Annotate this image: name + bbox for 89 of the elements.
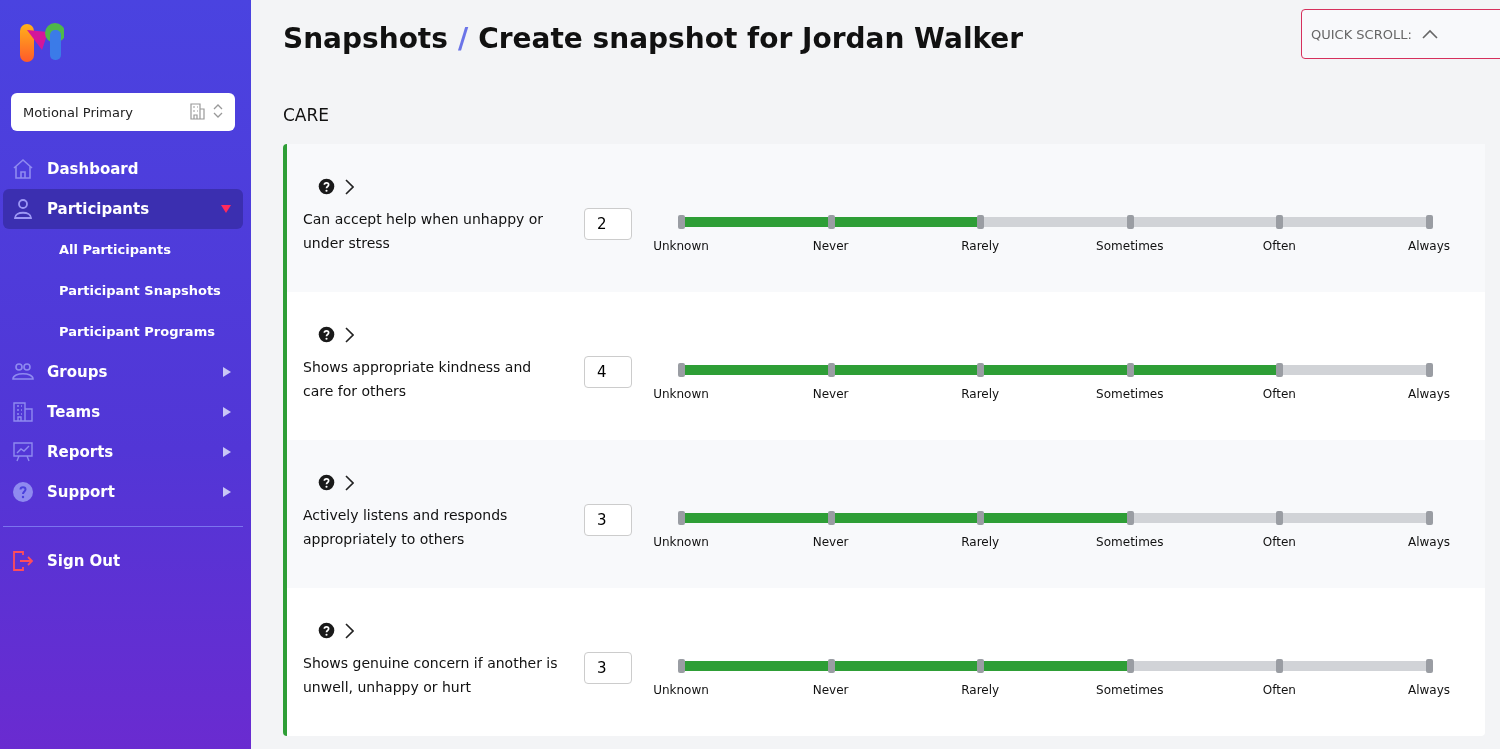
slider-tick (827, 363, 835, 377)
nav-item[interactable]: Participants (3, 189, 243, 229)
nav-subitem[interactable]: All Participants (0, 229, 251, 270)
score-field[interactable]: 3 (584, 504, 632, 536)
slider-tick (678, 511, 685, 525)
slider-tick (1426, 363, 1433, 377)
scale-label: Sometimes (1096, 535, 1164, 549)
chevron-right-icon[interactable] (345, 622, 354, 639)
nav-item[interactable]: Reports (3, 432, 243, 472)
slider-tick (678, 215, 685, 229)
breadcrumb-separator: / (457, 22, 469, 55)
scale-label: Sometimes (1096, 239, 1164, 253)
slider-tick (1276, 215, 1284, 229)
slider-tick (977, 511, 985, 525)
slider-tick (1276, 363, 1284, 377)
section-title: CARE (283, 105, 331, 125)
person-icon (11, 197, 35, 221)
exit-icon (11, 549, 35, 573)
scale-label: Unknown (653, 239, 709, 253)
scale-label: Always (1407, 387, 1451, 401)
question-text: Shows appropriate kindness and care for others (303, 358, 533, 401)
scale-label: Sometimes (1096, 387, 1164, 401)
slider-tick (1126, 215, 1134, 229)
nav-item[interactable]: Groups (3, 352, 243, 392)
chevron-right-icon[interactable] (345, 326, 354, 343)
help-icon[interactable] (318, 178, 335, 195)
help-icon[interactable] (318, 474, 335, 491)
organization-selector[interactable]: Motional Primary (11, 93, 235, 131)
slider-tick (1426, 511, 1433, 525)
sign-out-link[interactable]: Sign Out (3, 541, 243, 581)
scale-label: Unknown (653, 535, 709, 549)
home-icon (11, 157, 35, 181)
slider-tick (1126, 511, 1134, 525)
score-field[interactable]: 2 (584, 208, 632, 240)
page-title: Create snapshot for Jordan Walker (478, 22, 1024, 55)
scale-label: Often (1262, 535, 1296, 549)
nav-subitem[interactable]: Participant Programs (0, 311, 251, 352)
chart-board-icon (11, 440, 35, 464)
scale-label: Sometimes (1096, 683, 1164, 697)
help-icon[interactable] (318, 622, 335, 639)
scale-label: Often (1262, 239, 1296, 253)
quick-scroll-button[interactable]: QUICK SCROLL: (1301, 9, 1500, 59)
slider-tick (1126, 659, 1134, 673)
slider-tick (1126, 363, 1134, 377)
chevron-right-icon[interactable] (345, 178, 354, 195)
slider-tick (827, 659, 835, 673)
breadcrumb-link[interactable]: Snapshots (283, 22, 448, 55)
scale-label: Never (812, 535, 849, 549)
help-icon (11, 480, 35, 504)
question-text: Can accept help when unhappy or under stress (303, 210, 545, 253)
scale-label: Always (1407, 239, 1451, 253)
help-icon[interactable] (318, 326, 335, 343)
slider-tick (678, 659, 685, 673)
question-text: Shows genuine concern if another is unwell, unhappy or hurt (303, 654, 559, 697)
slider-tick (827, 215, 835, 229)
building-icon (189, 101, 205, 123)
nav-item[interactable]: Dashboard (3, 149, 243, 189)
score-field[interactable]: 3 (584, 652, 632, 684)
scale-label: Rarely (961, 387, 1000, 401)
chevron-right-icon[interactable] (345, 474, 354, 491)
scale-label: Always (1407, 535, 1451, 549)
score-field[interactable]: 4 (584, 356, 632, 388)
scale-label: Never (812, 239, 849, 253)
logo (18, 20, 64, 64)
scale-label: Often (1262, 387, 1296, 401)
scale-label: Rarely (961, 535, 1000, 549)
chevron-up-icon (1421, 29, 1438, 39)
nav-item[interactable]: Support (3, 472, 243, 512)
scale-label: Rarely (961, 239, 1000, 253)
scale-label: Always (1407, 683, 1451, 697)
question-text: Actively listens and responds appropriately to others (303, 506, 509, 549)
slider-tick (1276, 659, 1284, 673)
scale-label: Never (812, 387, 849, 401)
slider-tick (678, 363, 685, 377)
slider-tick (827, 511, 835, 525)
slider-tick (977, 215, 985, 229)
scale-label: Unknown (653, 387, 709, 401)
building-icon (11, 400, 35, 424)
nav-subitem[interactable]: Participant Snapshots (0, 270, 251, 311)
slider-tick (1426, 215, 1433, 229)
scale-label: Never (812, 683, 849, 697)
slider-tick (1426, 659, 1433, 673)
slider-tick (977, 659, 985, 673)
scale-label: Rarely (961, 683, 1000, 697)
nav-item[interactable]: Teams (3, 392, 243, 432)
scale-label: Often (1262, 683, 1296, 697)
scale-label: Unknown (653, 683, 709, 697)
slider-tick (1276, 511, 1284, 525)
slider-tick (977, 363, 985, 377)
